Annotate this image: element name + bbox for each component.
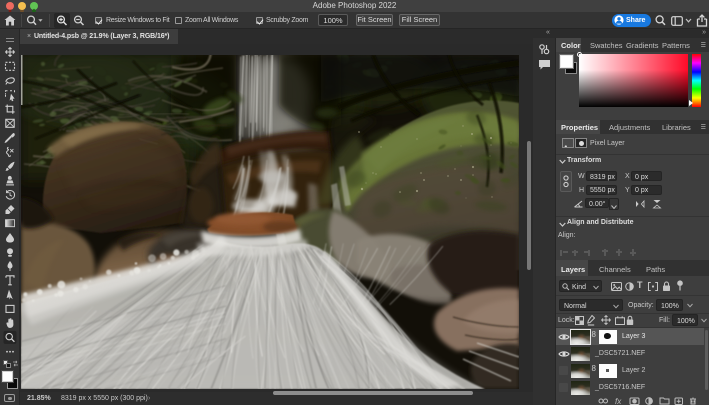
svg-text:fx: fx <box>615 397 622 405</box>
